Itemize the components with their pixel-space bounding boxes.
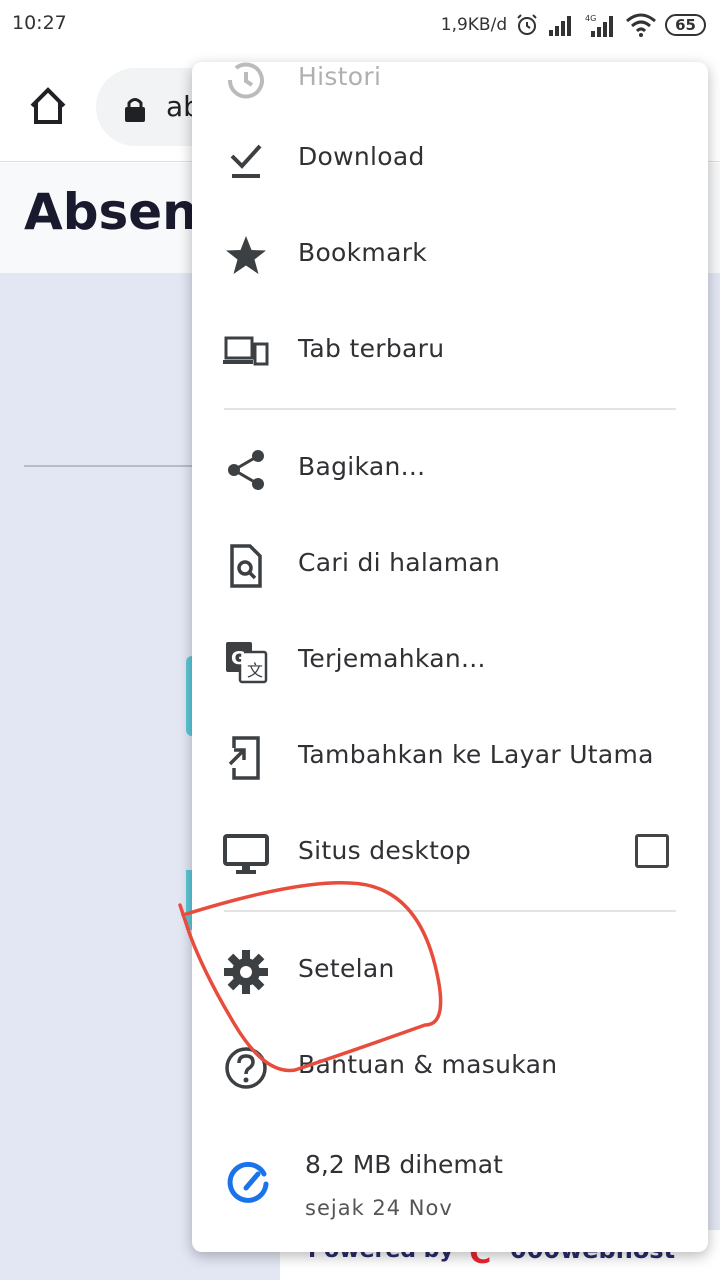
- svg-text:4G: 4G: [585, 14, 596, 23]
- status-icons: 1,9KB/d 4G 65: [441, 10, 706, 40]
- add-to-home-icon: [228, 736, 260, 780]
- page-title: Absen: [24, 183, 198, 241]
- overflow-menu: Histori Download Bookmark Tab terbaru Ba…: [192, 62, 708, 1252]
- wifi-icon: [626, 13, 657, 37]
- menu-separator: [224, 910, 676, 912]
- signal-4g-icon: 4G: [585, 14, 614, 37]
- download-icon: [230, 144, 262, 178]
- alarm-icon: [517, 14, 537, 35]
- menu-item-label: Download: [298, 142, 425, 171]
- signal-icon: [549, 16, 572, 36]
- menu-item-label: Bookmark: [298, 238, 428, 267]
- network-speed: 1,9KB/d: [440, 15, 508, 35]
- menu-item-share[interactable]: Bagikan...: [192, 422, 708, 518]
- menu-item-bookmark[interactable]: Bookmark: [192, 208, 708, 304]
- menu-item-label: Setelan: [298, 954, 395, 983]
- menu-separator: [224, 408, 676, 410]
- status-time: 10:27: [12, 12, 67, 34]
- find-in-page-icon: [230, 544, 262, 588]
- menu-item-add-to-home[interactable]: Tambahkan ke Layar Utama: [192, 710, 708, 806]
- menu-item-download[interactable]: Download: [192, 112, 708, 208]
- menu-item-help[interactable]: Bantuan & masukan: [192, 1020, 708, 1116]
- help-icon: [225, 1047, 267, 1089]
- battery-indicator: 65: [665, 14, 706, 36]
- menu-item-label: Cari di halaman: [298, 548, 501, 577]
- status-bar: 10:27 1,9KB/d 4G 65: [0, 0, 720, 52]
- menu-item-find-in-page[interactable]: Cari di halaman: [192, 518, 708, 614]
- menu-item-recent-tabs[interactable]: Tab terbaru: [192, 304, 708, 400]
- translate-icon: G文: [226, 642, 268, 684]
- home-icon[interactable]: [26, 84, 70, 128]
- menu-item-settings[interactable]: Setelan: [192, 924, 708, 1020]
- menu-item-label: Histori: [298, 62, 382, 91]
- desktop-site-checkbox[interactable]: [635, 834, 669, 868]
- data-saved-since: sejak 24 Nov: [305, 1196, 453, 1220]
- menu-item-desktop-site[interactable]: Situs desktop: [192, 806, 708, 902]
- menu-item-translate[interactable]: G文 Terjemahkan...: [192, 614, 708, 710]
- page-divider: [24, 465, 204, 467]
- data-saved-amount: 8,2 MB dihemat: [305, 1150, 503, 1179]
- star-icon: [226, 236, 266, 274]
- svg-text:文: 文: [247, 661, 263, 680]
- menu-item-label: Situs desktop: [298, 836, 472, 865]
- lite-mode-icon: [227, 1161, 269, 1203]
- menu-item-label: Bagikan...: [298, 452, 426, 481]
- gear-icon: [224, 950, 268, 994]
- svg-text:G: G: [231, 648, 246, 669]
- menu-item-label: Bantuan & masukan: [298, 1050, 558, 1079]
- menu-item-label: Terjemahkan...: [298, 644, 486, 673]
- devices-icon: [223, 336, 269, 366]
- lock-icon: [125, 98, 145, 122]
- menu-item-label: Tambahkan ke Layar Utama: [298, 740, 654, 769]
- menu-item-label: Tab terbaru: [298, 334, 445, 363]
- desktop-icon: [223, 834, 269, 874]
- history-icon: [227, 62, 264, 99]
- share-icon: [228, 450, 264, 490]
